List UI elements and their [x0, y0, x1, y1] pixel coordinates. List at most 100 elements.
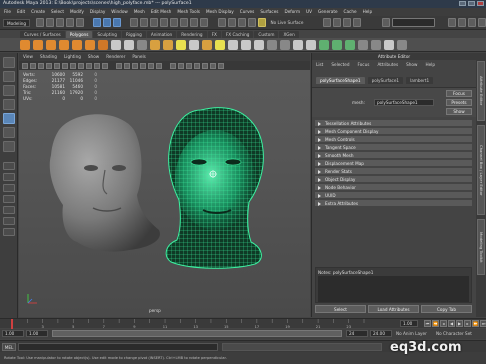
- command-input[interactable]: [18, 343, 218, 351]
- ae-menu-help[interactable]: Help: [425, 61, 435, 69]
- snap-curve-icon[interactable]: [227, 18, 236, 27]
- section-tessellation-attributes[interactable]: Tessellation Attributes: [315, 120, 472, 127]
- ae-menu-list[interactable]: List: [316, 61, 323, 69]
- menu-mesh-display[interactable]: Mesh Display: [206, 8, 234, 16]
- layout-single-icon[interactable]: [2, 162, 15, 170]
- image-plane-icon[interactable]: [46, 62, 52, 69]
- mode-selector[interactable]: Modeling: [3, 18, 31, 27]
- harden-edge-icon[interactable]: [371, 39, 381, 50]
- menu-cache[interactable]: Cache: [344, 8, 357, 16]
- separate-icon[interactable]: [124, 39, 134, 50]
- isolate-select-icon[interactable]: [186, 62, 192, 69]
- poly-cube-icon[interactable]: [33, 39, 43, 50]
- shaded-head-model[interactable]: [49, 114, 160, 252]
- film-gate-icon[interactable]: [62, 62, 68, 69]
- select-hierarchy-icon[interactable]: [93, 18, 102, 27]
- poly-cone-icon[interactable]: [59, 39, 69, 50]
- wireframe-head-model[interactable]: [159, 100, 279, 280]
- toggle-attribute-editor-icon[interactable]: [457, 18, 466, 27]
- camera-attr-icon[interactable]: [30, 62, 36, 69]
- section-render-stats[interactable]: Render Stats: [315, 168, 472, 175]
- viewport-menu-show[interactable]: Show: [88, 53, 99, 61]
- retopo-icon[interactable]: [202, 39, 212, 50]
- step-forward-key-icon[interactable]: ⏩: [472, 320, 479, 327]
- script-language-toggle[interactable]: MEL: [2, 343, 16, 351]
- minimize-icon[interactable]: [459, 1, 466, 6]
- menu-modify[interactable]: Modify: [70, 8, 84, 16]
- menu-create[interactable]: Create: [31, 8, 45, 16]
- focus-button[interactable]: Focus: [446, 90, 472, 97]
- play-forwards-icon[interactable]: ▶: [456, 320, 463, 327]
- section-extra-attributes[interactable]: Extra Attributes: [315, 200, 472, 207]
- lasso-tool-icon[interactable]: [2, 71, 15, 82]
- menu-mesh[interactable]: Mesh: [134, 8, 145, 16]
- menu-select[interactable]: Select: [51, 8, 64, 16]
- snap-grid-icon[interactable]: [217, 18, 226, 27]
- layout-persp-outliner-icon[interactable]: [2, 195, 15, 203]
- range-bar[interactable]: [52, 330, 342, 337]
- bookmark-icon[interactable]: [38, 62, 44, 69]
- menu-window[interactable]: Window: [111, 8, 128, 16]
- smooth-icon[interactable]: [150, 39, 160, 50]
- ae-tab-polysurfaceshape1[interactable]: polySurfaceShape1: [316, 76, 365, 84]
- open-scene-icon[interactable]: [46, 18, 55, 27]
- multi-cut-icon[interactable]: [254, 39, 264, 50]
- viewport-menu-renderer[interactable]: Renderer: [106, 53, 125, 61]
- menu-display[interactable]: Display: [90, 8, 105, 16]
- shelf-tab-fx[interactable]: FX: [207, 30, 221, 38]
- shadows-icon[interactable]: [156, 62, 162, 69]
- ae-tab-lambert1[interactable]: lambert1: [406, 76, 434, 84]
- poly-torus-icon[interactable]: [72, 39, 82, 50]
- wireframe-on-shaded-icon[interactable]: [132, 62, 138, 69]
- close-icon[interactable]: [477, 1, 484, 6]
- move-tool-icon[interactable]: [2, 99, 15, 110]
- current-frame-field[interactable]: 1.00: [400, 320, 418, 327]
- select-by-render-icon[interactable]: [190, 18, 199, 27]
- select-by-surface-icon[interactable]: [160, 18, 169, 27]
- select-tool-icon[interactable]: [2, 57, 15, 68]
- mirror-icon[interactable]: [176, 39, 186, 50]
- ae-tab-polysurface1[interactable]: polySurface1: [367, 76, 404, 84]
- smooth-shade-icon[interactable]: [124, 62, 130, 69]
- auto-map-icon[interactable]: [345, 39, 355, 50]
- select-by-deform-icon[interactable]: [170, 18, 179, 27]
- playback-start-field[interactable]: 1.00: [26, 330, 48, 337]
- section-mesh-component-display[interactable]: Mesh Component Display: [315, 128, 472, 135]
- load-attributes-button[interactable]: Load Attributes: [368, 305, 419, 313]
- step-forward-frame-icon[interactable]: ▸: [464, 320, 471, 327]
- uv-editor-icon[interactable]: [319, 39, 329, 50]
- scale-tool-icon[interactable]: [2, 127, 15, 138]
- redo-icon[interactable]: [76, 18, 85, 27]
- render-current-icon[interactable]: [322, 18, 331, 27]
- shelf-tab-curves-surfaces[interactable]: Curves / Surfaces: [20, 30, 65, 38]
- shelf-tab-animation[interactable]: Animation: [146, 30, 177, 38]
- ssao-icon[interactable]: [194, 62, 200, 69]
- render-settings-icon[interactable]: [342, 18, 351, 27]
- xray-joints-icon[interactable]: [178, 62, 184, 69]
- menu-edit[interactable]: Edit: [17, 8, 25, 16]
- snap-point-icon[interactable]: [237, 18, 246, 27]
- viewport-menu-view[interactable]: View: [23, 53, 33, 61]
- safe-title-icon[interactable]: [102, 62, 108, 69]
- current-time-indicator[interactable]: [11, 319, 13, 329]
- layout-side-icon[interactable]: [2, 184, 15, 192]
- field-chart-icon[interactable]: [86, 62, 92, 69]
- select-by-joint-icon[interactable]: [140, 18, 149, 27]
- side-tab-channel-box[interactable]: Channel Box / Layer Editor: [477, 125, 485, 215]
- shelf-tab-polygons[interactable]: Polygons: [65, 30, 93, 38]
- notes-textarea[interactable]: [318, 276, 469, 302]
- poly-sphere-icon[interactable]: [20, 39, 30, 50]
- toggle-tool-settings-icon[interactable]: [467, 18, 476, 27]
- maximize-icon[interactable]: [468, 1, 475, 6]
- grid-icon[interactable]: [54, 62, 60, 69]
- select-button[interactable]: Select: [315, 305, 366, 313]
- delete-history-icon[interactable]: [397, 39, 407, 50]
- menu-uv[interactable]: UV: [306, 8, 312, 16]
- xray-icon[interactable]: [170, 62, 176, 69]
- gate-mask-icon[interactable]: [78, 62, 84, 69]
- combine-icon[interactable]: [111, 39, 121, 50]
- select-by-dynamic-icon[interactable]: [180, 18, 189, 27]
- poly-plane-icon[interactable]: [85, 39, 95, 50]
- shelf-tab-fx-caching[interactable]: FX Caching: [221, 30, 254, 38]
- new-scene-icon[interactable]: [36, 18, 45, 27]
